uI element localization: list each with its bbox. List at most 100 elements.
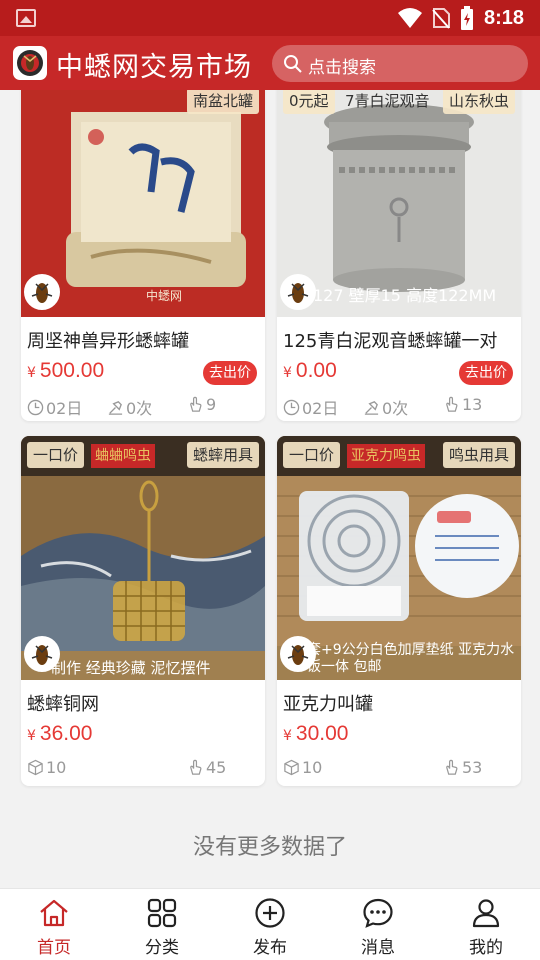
tab-home[interactable]: 首页	[0, 889, 108, 960]
image-caption: 127 壁厚15 高度122MM	[313, 286, 497, 305]
meta-value: 45	[206, 758, 227, 777]
product-tag-center: 蛐蛐鸣虫	[91, 444, 155, 468]
meta-time: 02日	[27, 395, 82, 419]
product-card[interactable]: 127 壁厚15 高度122MM 0元起 7青白泥观音 山东秋虫 125青白泥观…	[277, 90, 521, 421]
product-meta: 10 53	[283, 758, 513, 780]
product-meta: 02日 0次 9	[27, 395, 257, 419]
product-tag: 山东秋虫	[442, 90, 515, 114]
bid-button[interactable]: 去出价	[459, 361, 513, 385]
tab-profile[interactable]: 我的	[432, 889, 540, 960]
meta-views: 9	[187, 395, 216, 414]
meta-time: 02日	[283, 395, 338, 419]
clock-time: 8:18	[483, 6, 524, 29]
meta-views: 53	[443, 758, 482, 777]
hand-pointer-icon	[446, 396, 458, 412]
product-tag: 一口价	[283, 442, 341, 468]
tab-label: 首页	[37, 938, 71, 958]
meta-views: 13	[443, 395, 482, 414]
price-value: 500.00	[39, 359, 105, 382]
meta-value: 02日	[46, 399, 83, 418]
bottom-tab-bar: 首页 分类 发布 消息 我的	[0, 888, 540, 960]
wifi-icon	[397, 8, 422, 28]
search-placeholder: 点击搜索	[308, 58, 376, 78]
status-bar: 8:18	[0, 0, 540, 36]
meta-value: 0次	[382, 399, 409, 418]
product-card[interactable]: 中蟋网 南盆北罐 周坚神兽异形蟋蟀罐 ¥500.00 去出价 02日 0次 9	[21, 90, 265, 421]
product-tag: 0元起	[283, 90, 335, 114]
tab-messages[interactable]: 消息	[324, 889, 432, 960]
tab-category[interactable]: 分类	[108, 889, 216, 960]
product-meta: 02日 0次 13	[283, 395, 513, 419]
tab-label: 分类	[145, 938, 179, 958]
meta-stock: 10	[283, 758, 322, 777]
hand-pointer-icon	[190, 759, 202, 775]
product-title[interactable]: 蟋蟀铜网	[27, 690, 99, 716]
product-meta: 10 45	[27, 758, 257, 780]
product-price: ¥0.00	[283, 359, 337, 383]
price-value: 0.00	[295, 359, 337, 382]
hand-pointer-icon	[446, 759, 458, 775]
no-sim-icon	[432, 8, 450, 29]
product-tag: 蟋蟀用具	[186, 442, 259, 468]
product-grid: 中蟋网 南盆北罐 周坚神兽异形蟋蟀罐 ¥500.00 去出价 02日 0次 9	[0, 90, 540, 888]
bid-button[interactable]: 去出价	[203, 361, 257, 385]
image-caption: 中蟋网	[146, 289, 183, 303]
system-icons: 8:18	[397, 6, 524, 30]
product-title[interactable]: 周坚神兽异形蟋蟀罐	[27, 327, 189, 353]
seller-avatar[interactable]	[24, 636, 60, 672]
product-title[interactable]: 亚克力叫罐	[283, 690, 373, 716]
currency-symbol: ¥	[27, 728, 36, 744]
tab-label: 我的	[469, 938, 503, 958]
product-price: ¥30.00	[283, 722, 348, 746]
box-icon	[284, 759, 299, 776]
home-icon	[40, 899, 68, 927]
tab-publish[interactable]: 发布	[216, 889, 324, 960]
currency-symbol: ¥	[27, 365, 36, 381]
seller-avatar[interactable]	[24, 274, 60, 310]
price-value: 36.00	[39, 722, 93, 745]
search-input[interactable]: 点击搜索	[272, 45, 528, 82]
product-image[interactable]: 中蟋网 南盆北罐	[21, 90, 265, 317]
price-value: 30.00	[295, 722, 349, 745]
meta-stock: 10	[27, 758, 66, 777]
chat-icon	[363, 898, 393, 928]
product-price: ¥36.00	[27, 722, 92, 746]
meta-value: 0次	[126, 399, 153, 418]
meta-value: 10	[46, 758, 67, 777]
clock-icon	[27, 399, 44, 415]
meta-value: 02日	[302, 399, 339, 418]
product-card[interactable]: 套+9公分白色加厚垫纸 亚克力水饭一体 包邮 一口价 亚克力鸣虫 鸣虫用具 亚克…	[277, 436, 521, 786]
hammer-icon	[108, 400, 123, 415]
product-tag: 南盆北罐	[186, 90, 259, 114]
plus-circle-icon	[255, 898, 285, 928]
hand-pointer-icon	[190, 396, 202, 412]
grid-icon	[147, 898, 177, 928]
currency-symbol: ¥	[283, 728, 292, 744]
box-icon	[28, 759, 43, 776]
battery-icon	[460, 6, 473, 30]
product-title[interactable]: 125青白泥观音蟋蟀罐一对	[283, 327, 497, 353]
product-tag: 鸣虫用具	[442, 442, 515, 468]
product-image[interactable]: 127 壁厚15 高度122MM 0元起 7青白泥观音 山东秋虫	[277, 90, 521, 317]
product-image[interactable]: 制作 经典珍藏 泥忆摆件 一口价 蛐蛐鸣虫 蟋蟀用具	[21, 436, 265, 680]
product-price: ¥500.00	[27, 359, 104, 383]
no-more-data-text: 没有更多数据了	[192, 835, 347, 860]
meta-bids: 0次	[107, 395, 152, 419]
product-tag: 一口价	[27, 442, 85, 468]
app-bar: 中蟋网交易市场 点击搜索	[0, 36, 540, 90]
seller-avatar[interactable]	[280, 274, 316, 310]
hammer-icon	[364, 400, 379, 415]
product-tag-center: 7青白泥观音	[345, 92, 430, 110]
app-logo[interactable]	[13, 46, 47, 80]
gallery-notification-icon	[16, 9, 36, 27]
tab-label: 消息	[361, 938, 395, 958]
currency-symbol: ¥	[283, 365, 292, 381]
meta-value: 13	[462, 395, 483, 414]
product-card[interactable]: 制作 经典珍藏 泥忆摆件 一口价 蛐蛐鸣虫 蟋蟀用具 蟋蟀铜网 ¥36.00 1…	[21, 436, 265, 786]
search-icon	[284, 55, 302, 73]
meta-value: 9	[206, 395, 217, 414]
clock-icon	[283, 399, 300, 415]
product-image[interactable]: 套+9公分白色加厚垫纸 亚克力水饭一体 包邮 一口价 亚克力鸣虫 鸣虫用具	[277, 436, 521, 680]
seller-avatar[interactable]	[280, 636, 316, 672]
app-title: 中蟋网交易市场	[56, 52, 252, 83]
